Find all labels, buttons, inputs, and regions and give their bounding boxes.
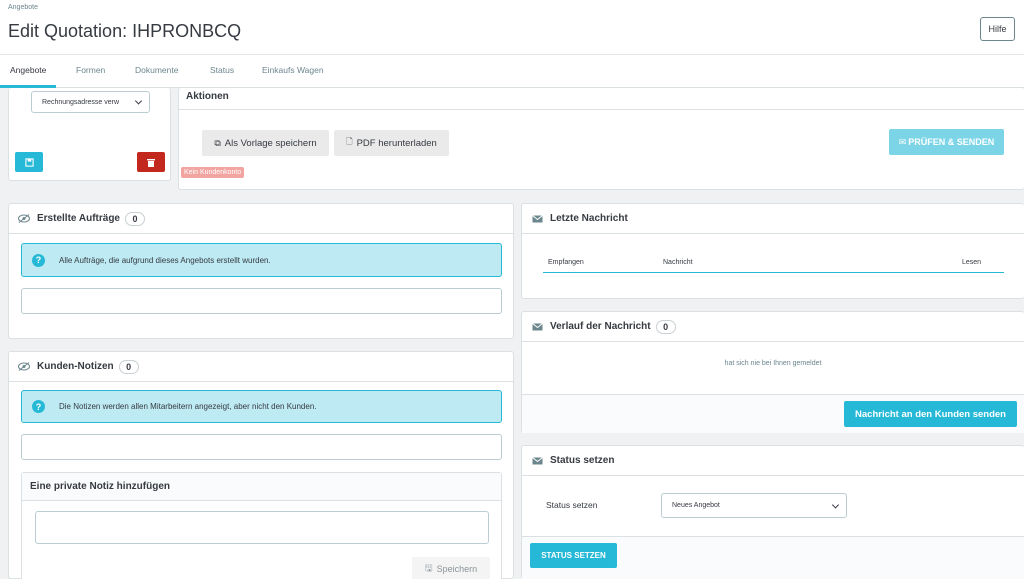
breadcrumb[interactable]: Angebote [8,4,38,11]
column-lesen: Lesen [962,259,982,266]
orders-card: Erstellte Aufträge 0 ? Alle Aufträge, di… [8,203,514,339]
help-button[interactable]: Hilfe [980,17,1015,41]
notes-card: Kunden-Notizen 0 ? Die Notizen werden al… [8,351,514,579]
check-send-label: PRÜFEN & SENDEN [908,137,995,147]
tab-einkaufs-wagen[interactable]: Einkaufs Wagen [252,55,334,88]
actions-title: Aktionen [186,91,229,102]
page-title: Edit Quotation: IHPRONBCQ [8,21,242,41]
orders-count-badge: 0 [124,211,145,226]
set-status-button[interactable]: STATUS SETZEN [530,543,617,568]
floppy-icon: 🖫 [424,563,433,573]
last-message-card: Letzte Nachricht Empfangen Nachricht Les… [521,203,1024,299]
eye-slash-icon [17,361,31,373]
delete-address-button[interactable] [137,152,165,172]
history-count-badge: 0 [655,319,676,334]
save-note-label: Speichern [436,564,478,574]
last-message-title: Letzte Nachricht [550,213,628,224]
send-message-button[interactable]: Nachricht an den Kunden senden [844,401,1017,427]
status-card: Status setzen Status setzen Neues Angebo… [521,445,1024,579]
status-header: Status setzen [522,446,1024,476]
address-select[interactable]: Rechnungsadresse verw [31,91,150,113]
notes-info-text: Die Notizen werden allen Mitarbeitern an… [59,402,317,411]
envelope-icon: ✉ [898,136,907,147]
orders-list-box [21,288,502,314]
history-header: Verlauf der Nachricht 0 [522,312,1024,342]
eye-slash-icon [17,213,31,225]
envelope-icon [530,321,544,333]
chevron-down-icon [831,500,840,509]
envelope-icon [530,213,544,225]
tab-dokumente[interactable]: Dokumente [125,55,188,88]
orders-info-alert: ? Alle Aufträge, die aufgrund dieses Ang… [21,243,502,277]
chevron-down-icon [134,97,143,105]
orders-title: Erstellte Aufträge [37,213,120,224]
question-icon: ? [32,253,45,267]
question-icon: ? [32,400,45,413]
save-template-button[interactable]: ⧉ Als Vorlage speichern [202,130,329,156]
actions-divider [179,109,1024,110]
last-message-header: Letzte Nachricht [522,204,1024,234]
orders-info-text: Alle Aufträge, die aufgrund dieses Angeb… [59,255,271,265]
save-note-button[interactable]: 🖫 Speichern [412,557,490,579]
trash-icon [147,158,155,167]
history-card: Verlauf der Nachricht 0 hat sich nie bei… [521,311,1024,433]
private-note-title: Eine private Notiz hinzufügen [30,481,171,492]
private-note-textarea[interactable] [35,511,489,544]
private-note-card: Eine private Notiz hinzufügen 🖫 Speicher… [21,472,502,579]
actions-card: Aktionen ⧉ Als Vorlage speichern 🗋 PDF h… [178,88,1024,190]
copy-icon: ⧉ [214,137,221,148]
no-account-badge: Kein Kundenkonto [181,167,245,178]
envelope-icon [530,455,544,467]
column-empfangen: Empfangen [548,259,584,266]
notes-title: Kunden-Notizen [37,361,114,372]
column-nachricht: Nachricht [663,259,693,266]
tab-bar: Angebote Formen Dokumente Status Einkauf… [0,54,1024,88]
file-pdf-icon: 🗋 [346,137,353,146]
private-note-header: Eine private Notiz hinzufügen [22,473,501,501]
status-select[interactable]: Neues Angebot [661,493,847,518]
status-select-value: Neues Angebot [672,502,720,509]
floppy-icon [24,157,34,167]
tab-status[interactable]: Status [200,55,244,88]
history-empty-text: hat sich nie bei Ihnen gemeldet [724,360,822,367]
status-title: Status setzen [550,455,615,466]
save-template-label: Als Vorlage speichern [224,137,317,149]
check-send-button[interactable]: ✉ PRÜFEN & SENDEN [889,129,1004,155]
tab-angebote[interactable]: Angebote [0,55,57,88]
download-pdf-button[interactable]: 🗋 PDF herunterladen [334,130,449,156]
tab-formen[interactable]: Formen [66,55,115,88]
history-title: Verlauf der Nachricht [550,321,651,332]
notes-list-box [21,434,502,460]
notes-header: Kunden-Notizen 0 [9,352,513,382]
orders-header: Erstellte Aufträge 0 [9,204,513,234]
address-card: Rechnungsadresse verw [8,88,171,181]
address-select-value: Rechnungsadresse verw [42,98,120,106]
page-header: Angebote Edit Quotation: IHPRONBCQ Hilfe [0,0,1024,54]
save-address-button[interactable] [15,152,43,172]
download-pdf-label: PDF herunterladen [356,137,437,149]
table-header-underline [543,272,1004,273]
notes-count-badge: 0 [118,359,139,374]
notes-info-alert: ? Die Notizen werden allen Mitarbeitern … [21,390,502,423]
status-field-label: Status setzen [546,500,598,510]
